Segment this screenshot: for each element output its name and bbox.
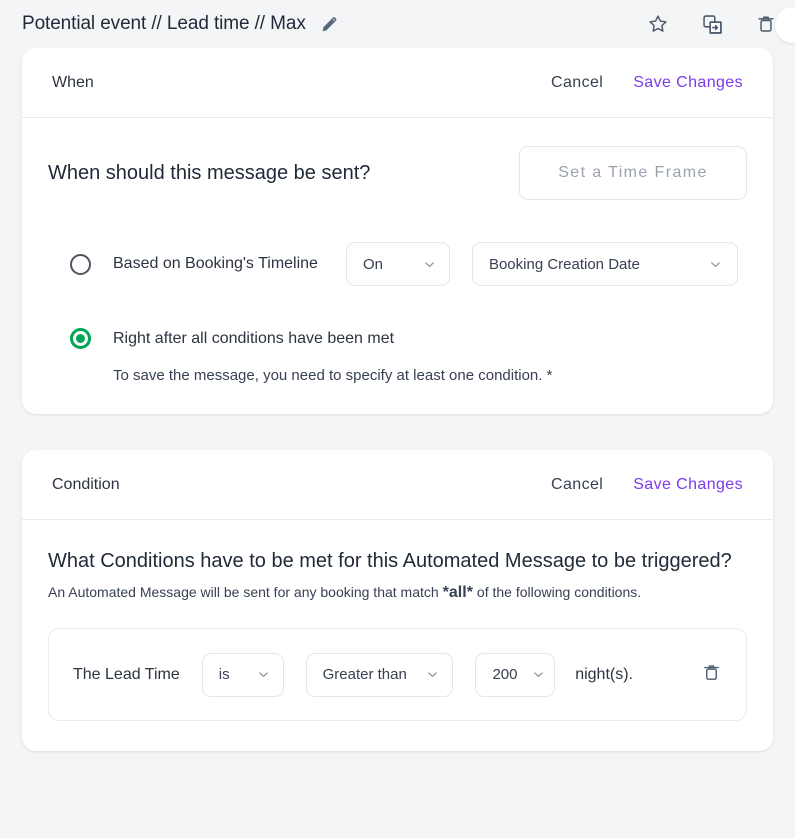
timeline-anchor-value: Booking Creation Date — [488, 255, 640, 273]
trash-icon — [701, 662, 722, 688]
when-question-row: When should this message be sent? Set a … — [48, 146, 747, 200]
condition-card: Condition Cancel Save Changes What Condi… — [22, 450, 773, 752]
chevron-down-icon — [531, 667, 546, 682]
when-save-changes-button[interactable]: Save Changes — [633, 74, 743, 92]
condition-subtitle: An Automated Message will be sent for an… — [48, 584, 747, 602]
chevron-down-icon — [422, 257, 437, 272]
top-bar: Potential event // Lead time // Max — [0, 0, 795, 48]
condition-question-label: What Conditions have to be met for this … — [48, 550, 732, 572]
when-question-label: When should this message be sent? — [48, 161, 371, 184]
top-bar-actions — [645, 11, 795, 37]
card-gap — [0, 414, 795, 450]
condition-subtitle-before: An Automated Message will be sent for an… — [48, 584, 439, 601]
condition-subtitle-emphasis: *all* — [442, 584, 473, 602]
timeline-offset-select[interactable]: On — [345, 242, 450, 286]
when-cancel-button[interactable]: Cancel — [551, 74, 603, 92]
condition-amount-value: 200 — [492, 666, 518, 684]
star-icon[interactable] — [645, 11, 671, 37]
when-card-title: When — [52, 73, 94, 91]
condition-operator-select[interactable]: Greater than — [305, 652, 454, 697]
condition-subtitle-after: of the following conditions. — [476, 584, 642, 601]
radio-after-conditions[interactable] — [70, 328, 91, 349]
chevron-down-icon — [256, 667, 271, 682]
timeline-anchor-select[interactable]: Booking Creation Date — [471, 242, 738, 286]
duplicate-icon[interactable] — [699, 11, 725, 37]
condition-subject-label: The Lead Time — [73, 665, 180, 683]
automated-message-editor: Potential event // Lead time // Max When… — [0, 0, 795, 838]
when-card-body: When should this message be sent? Set a … — [22, 118, 773, 414]
when-card-header: When Cancel Save Changes — [22, 48, 773, 118]
condition-amount-select[interactable]: 200 — [475, 652, 556, 697]
option-after-conditions-label: Right after all conditions have been met — [113, 329, 395, 347]
chevron-down-icon — [708, 257, 723, 272]
condition-verb-value: is — [218, 666, 230, 684]
condition-card-title: Condition — [52, 475, 120, 493]
condition-verb-select[interactable]: is — [201, 652, 284, 697]
timeline-offset-value: On — [362, 255, 383, 273]
option-after-conditions[interactable]: Right after all conditions have been met — [48, 328, 747, 349]
option-booking-timeline[interactable]: Based on Booking's Timeline On Booking C… — [48, 242, 747, 286]
set-time-frame-button[interactable]: Set a Time Frame — [519, 146, 747, 200]
condition-required-hint: To save the message, you need to specify… — [113, 367, 553, 384]
pencil-icon[interactable] — [320, 15, 339, 34]
condition-card-body: What Conditions have to be met for this … — [22, 520, 773, 751]
condition-operator-value: Greater than — [322, 666, 407, 684]
condition-unit-label: night(s). — [575, 665, 633, 683]
condition-card-header: Condition Cancel Save Changes — [22, 450, 773, 520]
radio-booking-timeline[interactable] — [70, 253, 91, 275]
page-title: Potential event // Lead time // Max — [22, 13, 306, 34]
delete-condition-button[interactable] — [701, 662, 722, 688]
condition-cancel-button[interactable]: Cancel — [551, 476, 603, 494]
chevron-down-icon — [425, 667, 440, 682]
condition-save-changes-button[interactable]: Save Changes — [633, 476, 743, 494]
when-card: When Cancel Save Changes When should thi… — [22, 48, 773, 414]
condition-row: The Lead Time is Greater than 200 night(… — [48, 628, 747, 722]
option-booking-timeline-label: Based on Booking's Timeline — [113, 255, 318, 272]
